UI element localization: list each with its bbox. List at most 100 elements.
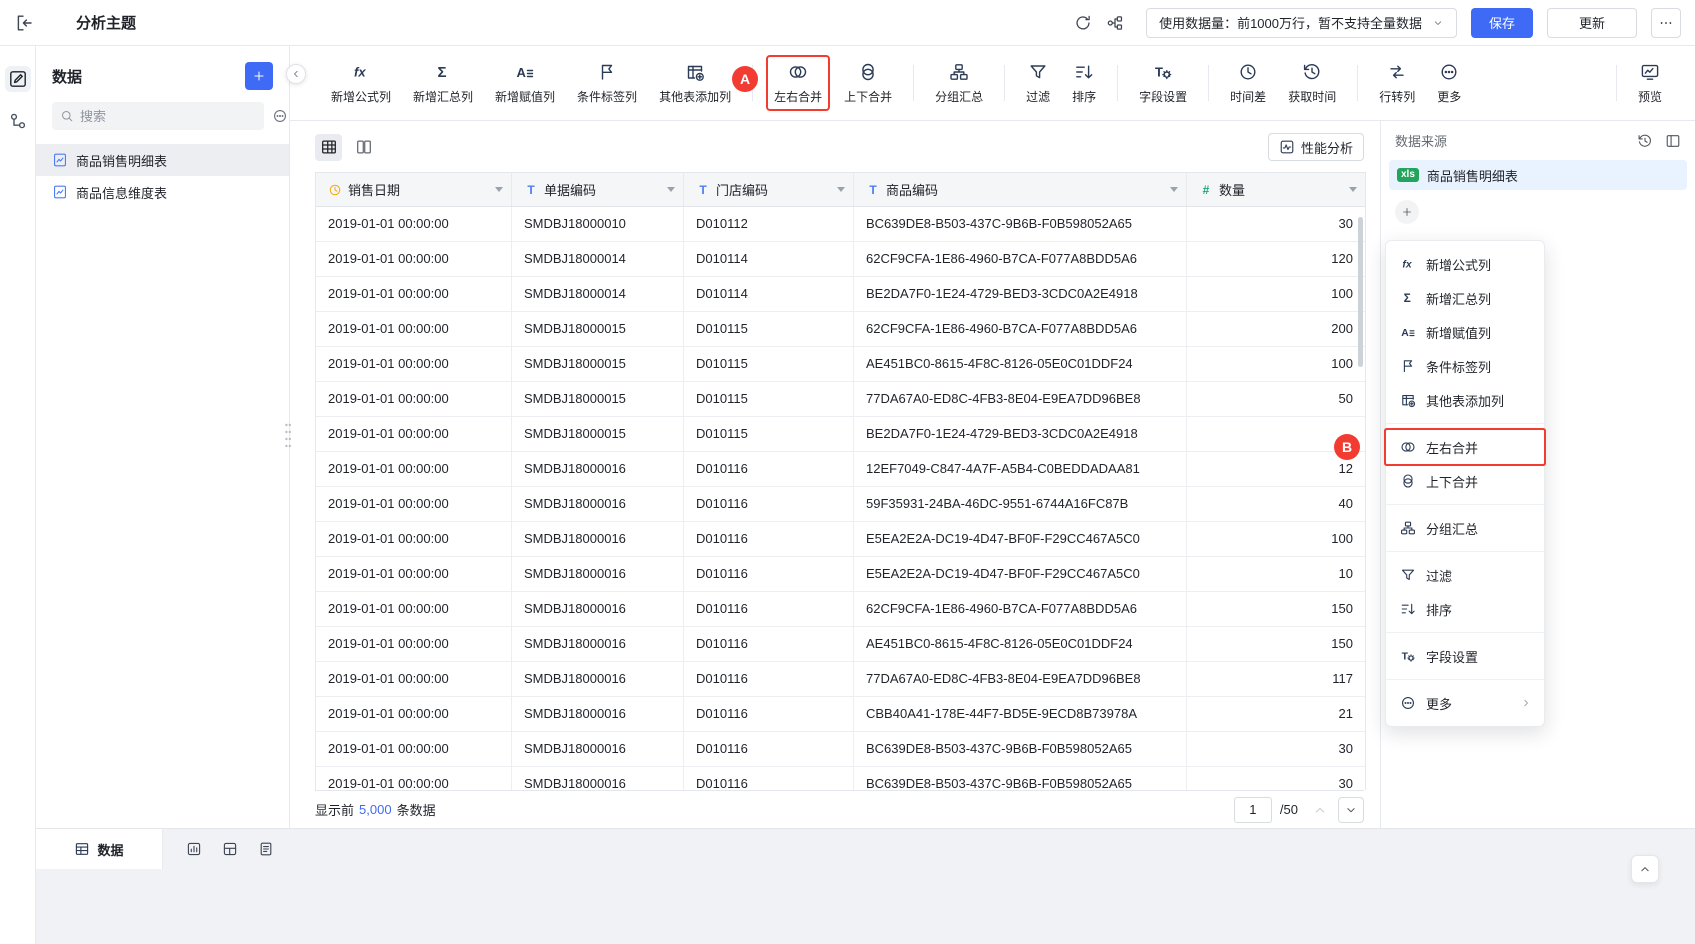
svg-text:T: T — [1402, 652, 1409, 663]
cell: SMDBJ18000016 — [512, 732, 684, 766]
menu-item-merge-lr[interactable]: 左右合并 B — [1334, 430, 1544, 464]
menu-item-label: 左右合并 — [1426, 440, 1479, 456]
cell: BC639DE8-B503-437C-9B6B-F0B598052A65 — [854, 207, 1187, 241]
toolbar-item-assign[interactable]: A 新增赋值列 — [487, 55, 563, 111]
toolbar-item-sigma[interactable]: Σ 新增汇总列 — [405, 55, 481, 111]
menu-item-label: 新增公式列 — [1426, 257, 1492, 273]
lineage-icon[interactable] — [1106, 14, 1124, 32]
sigma-icon: Σ — [433, 61, 453, 83]
cell: E5EA2E2A-DC19-4D47-BF0F-F29CC467A5C0 — [854, 557, 1187, 591]
filter-icon — [1028, 61, 1048, 83]
collapse-sidebar-button[interactable] — [286, 64, 306, 84]
flow-rail-icon[interactable] — [5, 108, 31, 134]
plus-icon — [1401, 206, 1413, 218]
menu-item-table-add[interactable]: 其他表添加列 — [1386, 383, 1544, 417]
menu-item-sigma[interactable]: Σ 新增汇总列 — [1386, 281, 1544, 315]
toolbar-item-sort[interactable]: 排序 — [1064, 55, 1104, 111]
menu-item-merge-tb[interactable]: 上下合并 — [1386, 464, 1544, 498]
toolbar-item-get-time[interactable]: 获取时间 — [1280, 55, 1344, 111]
menu-item-fx[interactable]: fx 新增公式列 — [1386, 247, 1544, 281]
column-header-2[interactable]: T 单据编码 — [512, 173, 684, 206]
datasource-item[interactable]: xls 商品销售明细表 — [1389, 160, 1687, 190]
add-step-button[interactable] — [1395, 200, 1419, 224]
expand-bottom-panel-button[interactable] — [1631, 855, 1659, 883]
toolbar-item-clock[interactable]: 时间差 — [1222, 55, 1274, 111]
toolbar-item-label: 左右合并 — [774, 90, 823, 104]
sidebar-table-item[interactable]: 商品信息维度表 — [36, 176, 289, 208]
refresh-icon[interactable] — [1074, 14, 1092, 32]
table-row: 2019-01-01 00:00:00 SMDBJ18000016 D010116 6… — [316, 592, 1365, 627]
cell: SMDBJ18000015 — [512, 382, 684, 416]
menu-item-sort[interactable]: 排序 — [1386, 592, 1544, 626]
cell: E5EA2E2A-DC19-4D47-BF0F-F29CC467A5C0 — [854, 522, 1187, 556]
cell: D010116 — [684, 662, 854, 696]
column-header-5[interactable]: # 数量 — [1187, 173, 1365, 206]
menu-item-field[interactable]: T 字段设置 — [1386, 639, 1544, 673]
edit-toolbar: fx 新增公式列 Σ 新增汇总列 A 新增赋值列 条件标签列 其他表添加列 左右合并 A 上下合并 分… — [290, 46, 1695, 121]
toolbar-item-transpose[interactable]: 行转列 — [1371, 55, 1423, 111]
toolbar-item-label: 过滤 — [1026, 90, 1051, 104]
edit-rail-icon[interactable] — [4, 66, 31, 92]
cell: 12EF7049-C847-4A7F-A5B4-C0BEDDADAA81 — [854, 452, 1187, 486]
cell: D010115 — [684, 347, 854, 381]
toolbar-item-merge-lr[interactable]: 左右合并 A — [732, 55, 831, 111]
column-header-3[interactable]: T 门店编码 — [684, 173, 854, 206]
panel-layout-icon[interactable] — [1665, 133, 1681, 149]
svg-text:fx: fx — [1402, 260, 1412, 271]
tab-data[interactable]: 数据 — [36, 829, 163, 869]
toolbar-item-fx[interactable]: fx 新增公式列 — [323, 55, 399, 111]
update-button[interactable]: 更新 — [1547, 7, 1637, 38]
menu-item-tag[interactable]: 条件标签列 — [1386, 349, 1544, 383]
toolbar-item-merge-tb[interactable]: 上下合并 — [836, 55, 900, 111]
save-button[interactable]: 保存 — [1471, 7, 1533, 38]
menu-item-label: 字段设置 — [1426, 649, 1479, 665]
toolbar-item-filter[interactable]: 过滤 — [1018, 55, 1058, 111]
add-chart-button[interactable] — [181, 836, 207, 862]
add-report-button[interactable] — [253, 836, 279, 862]
cell: CBB40A41-178E-44F7-BD5E-9ECD8B73978A — [854, 697, 1187, 731]
cell: SMDBJ18000016 — [512, 662, 684, 696]
sidebar-table-item[interactable]: 商品销售明细表 — [36, 144, 289, 176]
toolbar-item-field[interactable]: T 字段设置 — [1131, 55, 1195, 111]
toolbar-item-tag[interactable]: 条件标签列 — [569, 55, 645, 111]
toolbar-item-label: 分组汇总 — [935, 90, 984, 104]
cell: 2019-01-01 00:00:00 — [316, 627, 512, 661]
toolbar-separator — [1208, 65, 1210, 101]
menu-item-filter[interactable]: 过滤 — [1386, 558, 1544, 592]
merge-tb-icon — [1400, 473, 1416, 489]
toolbar-item-table-add[interactable]: 其他表添加列 — [651, 55, 739, 111]
column-header-4[interactable]: T 商品编码 — [854, 173, 1187, 206]
more-actions-button[interactable] — [1651, 7, 1681, 38]
menu-item-assign[interactable]: A 新增赋值列 — [1386, 315, 1544, 349]
toolbar-item-preview[interactable]: 预览 — [1630, 55, 1670, 111]
cell: 200 — [1331, 321, 1353, 336]
toolbar-item-more[interactable]: 更多 — [1429, 55, 1469, 111]
search-options-icon[interactable] — [272, 108, 288, 124]
data-limit-label: 使用数据量：前1000万行，暂不支持全量数据 — [1159, 16, 1422, 31]
vertical-scrollbar[interactable] — [1358, 217, 1363, 367]
cell: D010114 — [684, 242, 854, 276]
add-table-button[interactable] — [245, 62, 273, 90]
menu-item-more[interactable]: 更多 — [1386, 686, 1544, 720]
filter-caret-icon — [495, 187, 503, 196]
sidebar-drag-handle[interactable] — [284, 421, 292, 454]
performance-analysis-button[interactable]: 性能分析 — [1267, 133, 1364, 161]
column-header-1[interactable]: 销售日期 — [316, 173, 512, 206]
step-menu: fx 新增公式列 Σ 新增汇总列 A 新增赋值列 条件标签列 其他表添加列左右合并 B 上下合并分… — [1334, 240, 1545, 727]
menu-item-group[interactable]: 分组汇总 — [1386, 511, 1544, 545]
grid-view-toggle[interactable] — [315, 133, 342, 161]
table-row: 2019-01-01 00:00:00 SMDBJ18000016 D010116 B… — [316, 767, 1365, 790]
cell: SMDBJ18000016 — [512, 627, 684, 661]
add-component-button[interactable] — [217, 836, 243, 862]
plus-icon — [252, 69, 266, 83]
page-down-button[interactable] — [1338, 796, 1364, 823]
card-view-toggle[interactable] — [350, 134, 377, 161]
page-input[interactable] — [1233, 796, 1272, 823]
exit-icon[interactable] — [14, 13, 34, 33]
search-input[interactable] — [80, 108, 256, 124]
field-type-date-icon — [328, 183, 342, 197]
toolbar-item-group[interactable]: 分组汇总 — [927, 55, 991, 111]
data-limit-dropdown[interactable]: 使用数据量：前1000万行，暂不支持全量数据 — [1146, 7, 1457, 38]
page-up-icon[interactable] — [1312, 802, 1328, 818]
history-icon[interactable] — [1637, 133, 1653, 149]
